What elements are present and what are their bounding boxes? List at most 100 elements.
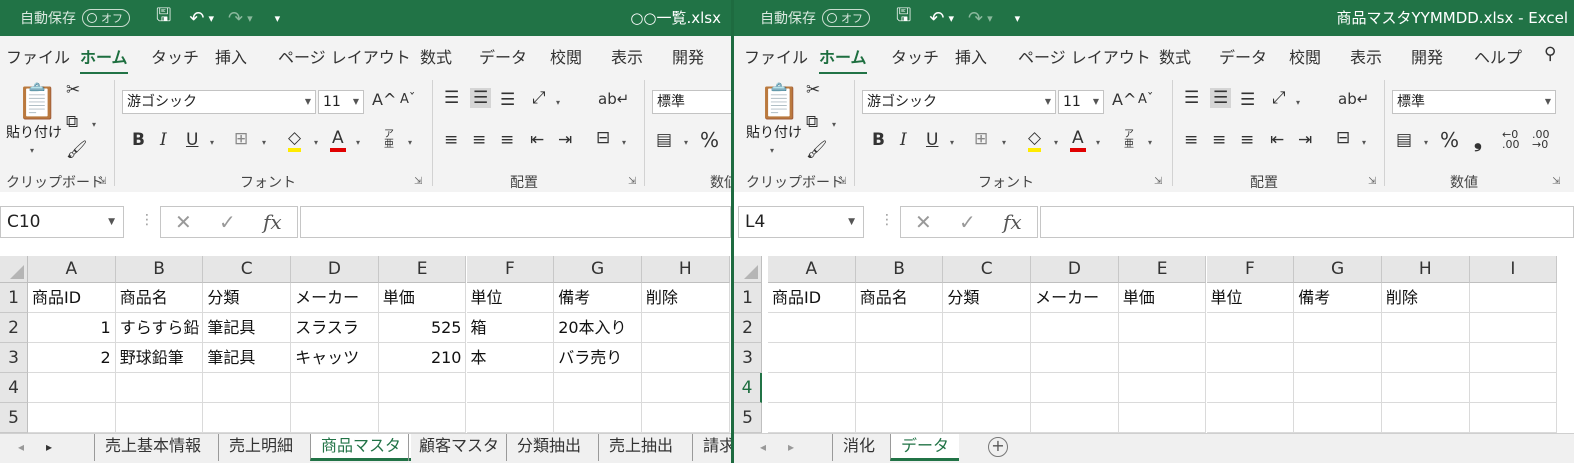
right-paste-dropdown-icon[interactable]: ▾ [770, 146, 774, 155]
accounting-dropdown-icon[interactable]: ▾ [1424, 138, 1428, 147]
search-icon[interactable]: ⚲ [1544, 44, 1556, 64]
right-font-name-combo[interactable]: 游ゴシック ▼ [862, 90, 1056, 114]
sheet-tab-2[interactable]: 商品マスタ [310, 434, 412, 461]
accounting-dropdown-icon[interactable]: ▾ [684, 138, 688, 147]
cell-d5[interactable] [291, 403, 379, 433]
cell-f2[interactable] [1206, 313, 1295, 343]
cell-i4[interactable] [1469, 373, 1558, 403]
cell-e3[interactable]: 210 [378, 343, 467, 373]
cell-a2[interactable] [768, 313, 856, 343]
left-name-box[interactable]: C10 ▼ [0, 206, 124, 238]
phonetic-icon[interactable]: ア亜 [384, 130, 398, 150]
cell-c4[interactable] [203, 373, 292, 403]
paste-icon[interactable]: 📋 [758, 82, 800, 122]
cell-d5[interactable] [1031, 403, 1119, 433]
cell-a3[interactable] [768, 343, 856, 373]
cell-h5[interactable] [641, 403, 730, 433]
grow-font-icon[interactable]: A^ [1112, 90, 1136, 109]
left-formula-bar-grip[interactable]: ⋮ [140, 212, 154, 228]
cell-b5[interactable] [855, 403, 944, 433]
percent-button[interactable]: % [700, 128, 719, 152]
cut-icon[interactable]: ✂ [66, 80, 80, 100]
orientation-icon[interactable]: ⤢ [532, 88, 546, 108]
align-bottom-icon[interactable]: ☰ [500, 90, 515, 110]
cell-e3[interactable] [1118, 343, 1207, 373]
right-name-box[interactable]: L4 ▼ [738, 206, 864, 238]
row-header-1[interactable]: 1 [734, 283, 762, 313]
cell-b3[interactable] [855, 343, 944, 373]
save-icon[interactable]: 🖫 [896, 3, 911, 33]
cell-d4[interactable] [291, 373, 379, 403]
cell-a5[interactable] [768, 403, 856, 433]
underline-dropdown-icon[interactable]: ▾ [950, 138, 954, 147]
sheet-tab-3[interactable]: 顧客マスタ [408, 434, 509, 461]
cell-c3[interactable]: 筆記具 [203, 343, 292, 373]
cell-g2[interactable]: 20本入り [554, 313, 642, 343]
align-top-icon[interactable]: ☰ [1184, 88, 1199, 108]
cell-b5[interactable] [115, 403, 204, 433]
font-color-icon[interactable]: A [1070, 128, 1086, 152]
font-color-dropdown-icon[interactable]: ▾ [356, 138, 360, 147]
undo-dropdown-icon[interactable]: ▾ [208, 12, 214, 25]
right-font-size-combo[interactable]: 11 ▼ [1058, 90, 1104, 114]
redo-dropdown-icon[interactable]: ▾ [987, 12, 993, 25]
cell-f4[interactable] [466, 373, 555, 403]
cell-b2[interactable] [855, 313, 944, 343]
cell-b4[interactable] [115, 373, 204, 403]
column-header-d[interactable]: D [1031, 256, 1119, 283]
cut-icon[interactable]: ✂ [806, 80, 820, 100]
right-formula-input[interactable] [1040, 206, 1574, 238]
left-formula-input[interactable] [300, 206, 731, 238]
left-paste-label[interactable]: 貼り付け [6, 122, 62, 142]
right-tab-help[interactable]: ヘルプ [1474, 44, 1522, 68]
undo-icon[interactable]: ↶ [189, 8, 204, 29]
cell-f1[interactable]: 単位 [466, 283, 555, 313]
copy-icon[interactable]: ⧉ [806, 112, 818, 132]
cell-f5[interactable] [1206, 403, 1295, 433]
cell-b1[interactable]: 商品名 [115, 283, 204, 313]
right-tab-review[interactable]: 校閲 [1289, 44, 1321, 68]
cell-i3[interactable] [1469, 343, 1558, 373]
border-icon[interactable]: ⊞ [234, 129, 248, 149]
column-header-e[interactable]: E [378, 256, 467, 283]
left-tab-insert[interactable]: 挿入 [215, 44, 247, 68]
phonetic-icon[interactable]: ア亜 [1124, 130, 1138, 150]
row-header-2[interactable]: 2 [0, 313, 28, 343]
sheet-tab-1[interactable]: データ [890, 434, 960, 461]
align-right-icon[interactable]: ≡ [1240, 130, 1254, 150]
cell-e5[interactable] [1118, 403, 1207, 433]
left-number-format-combo[interactable]: 標準 [652, 90, 731, 114]
row-header-1[interactable]: 1 [0, 283, 28, 313]
cell-i5[interactable] [1469, 403, 1558, 433]
column-header-a[interactable]: A [28, 256, 116, 283]
column-header-i[interactable]: I [1469, 256, 1558, 283]
cell-d3[interactable] [1031, 343, 1119, 373]
right-tab-data[interactable]: データ [1219, 44, 1267, 68]
percent-button[interactable]: % [1440, 128, 1459, 152]
left-tab-view[interactable]: 表示 [611, 44, 643, 68]
sheet-tab-0[interactable]: 売上基本情報 [94, 434, 211, 461]
sheet-scroll-right-icon[interactable]: ▸ [46, 440, 52, 454]
right-autosave-toggle[interactable]: オフ [822, 9, 870, 27]
cell-d4[interactable] [1031, 373, 1119, 403]
underline-button[interactable]: U [186, 130, 198, 150]
cell-d2[interactable] [1031, 313, 1119, 343]
orientation-dropdown-icon[interactable]: ▾ [556, 98, 560, 107]
decrease-decimal-icon[interactable]: .00 →0 [1532, 129, 1550, 150]
left-clipboard-launcher-icon[interactable]: ⇲ [98, 176, 106, 187]
cell-g4[interactable] [554, 373, 642, 403]
left-autosave-toggle[interactable]: オフ [82, 9, 130, 27]
right-tab-file[interactable]: ファイル [744, 44, 808, 68]
sheet-scroll-right-icon[interactable]: ▸ [788, 440, 794, 454]
sheet-scroll-left-icon[interactable]: ◂ [18, 440, 24, 454]
function-icon[interactable]: fx [263, 210, 282, 234]
cell-g3[interactable] [1294, 343, 1382, 373]
row-header-3[interactable]: 3 [734, 343, 762, 373]
underline-button[interactable]: U [926, 130, 938, 150]
align-left-icon[interactable]: ≡ [1184, 130, 1198, 150]
cell-h1[interactable]: 削除 [641, 283, 730, 313]
cell-f3[interactable] [1206, 343, 1295, 373]
right-tab-formulas[interactable]: 数式 [1159, 44, 1191, 68]
cell-g2[interactable] [1294, 313, 1382, 343]
fill-color-icon[interactable]: ◇ [288, 128, 302, 152]
